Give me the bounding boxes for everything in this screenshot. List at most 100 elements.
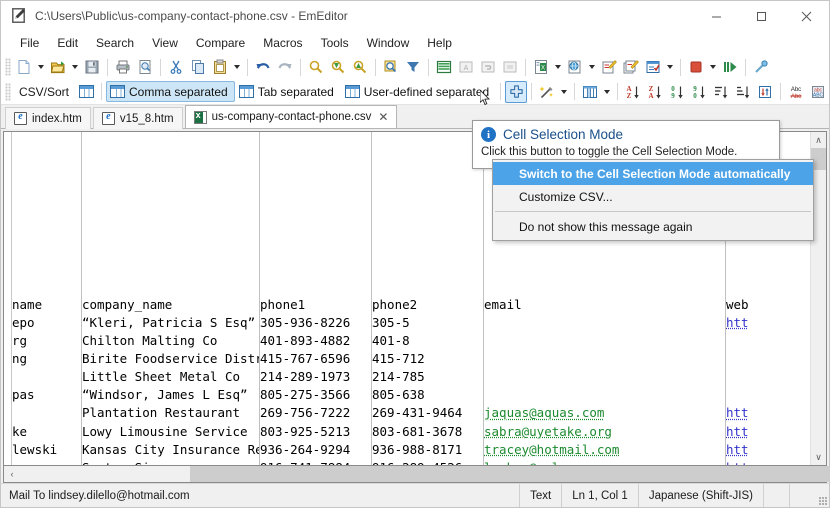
toolbar-grip[interactable] (5, 58, 11, 76)
menu-edit[interactable]: Edit (48, 33, 87, 53)
web-preview-dropdown-icon[interactable] (586, 56, 598, 78)
cell-email[interactable]: tracey@hotmail.com (484, 441, 726, 459)
web-link[interactable]: htt (726, 405, 749, 420)
ime-button[interactable]: A (455, 56, 477, 78)
mode-tab-separated[interactable]: Tab separated (235, 81, 341, 102)
sort-custom-button[interactable] (754, 81, 776, 103)
print-preview-button[interactable] (134, 56, 156, 78)
sort-lines-ascending-button[interactable] (710, 81, 732, 103)
resize-grip[interactable] (815, 484, 829, 507)
table-row[interactable]: lewski Kansas City Insurance Report936-26… (12, 441, 810, 459)
email-link[interactable]: jaquas@aquas.com (484, 405, 604, 420)
sort-lines-descending-button[interactable] (732, 81, 754, 103)
status-cursor-position[interactable]: Ln 1, Col 1 (561, 484, 638, 507)
sort-a-to-z-button[interactable]: AZ (622, 81, 644, 103)
horizontal-scroll-thumb[interactable] (190, 466, 830, 482)
web-link[interactable]: htt (726, 424, 749, 439)
status-encoding[interactable]: Japanese (Shift-JIS) (637, 484, 763, 507)
macro-select-dropdown-icon[interactable] (664, 56, 676, 78)
menu-help[interactable]: Help (418, 33, 461, 53)
export-excel-button[interactable]: X (530, 56, 552, 78)
minimize-button[interactable] (694, 1, 739, 31)
mode-comma-separated[interactable]: Comma separated (106, 81, 235, 102)
menu-customize-csv[interactable]: Customize CSV... (493, 185, 813, 208)
web-link[interactable]: htt (726, 442, 749, 457)
run-button[interactable] (719, 56, 741, 78)
redo-button[interactable] (274, 56, 296, 78)
copy-button[interactable] (187, 56, 209, 78)
horizontal-scroll-track[interactable] (20, 466, 830, 482)
stop-button[interactable] (685, 56, 707, 78)
green-table-button[interactable] (433, 56, 455, 78)
csv-sort-settings-button[interactable] (75, 81, 97, 103)
maximize-button[interactable] (739, 1, 784, 31)
cell-selection-mode-button[interactable] (505, 80, 528, 103)
find-button[interactable] (305, 56, 327, 78)
wrap-button[interactable] (477, 56, 499, 78)
csv-tools-button[interactable] (536, 81, 558, 103)
paste-dropdown-icon[interactable] (231, 56, 243, 78)
sort-z-to-a-button[interactable]: ZA (644, 81, 666, 103)
column-layout-button[interactable] (579, 81, 601, 103)
table-row[interactable]: roSentry Signs916-741-7884916-289-4526la… (12, 459, 810, 465)
macro-run-button[interactable] (598, 56, 620, 78)
table-row[interactable]: rg Chilton Malting Co 401-893-4882 401-8 (12, 332, 810, 350)
table-row[interactable]: Plantation Restaurant 269-756-7222 269-431… (12, 404, 810, 422)
gray-page-button[interactable] (499, 56, 521, 78)
find-next-button[interactable] (327, 56, 349, 78)
email-link[interactable]: tracey@hotmail.com (484, 442, 619, 457)
close-button[interactable] (784, 1, 829, 31)
doc-tab-v15-8-htm[interactable]: v15_8.htm (92, 107, 183, 129)
stop-dropdown-icon[interactable] (707, 56, 719, 78)
menu-tools[interactable]: Tools (312, 33, 358, 53)
cell-web[interactable]: htt (726, 314, 766, 332)
web-link[interactable]: htt (726, 460, 749, 465)
cell-web[interactable]: htt (726, 404, 766, 422)
menu-switch-cell-selection-mode-automatically[interactable]: Switch to the Cell Selection Mode automa… (493, 162, 813, 185)
email-link[interactable]: lashon@aol.com (484, 460, 589, 465)
status-file-type[interactable]: Text (519, 484, 561, 507)
doc-tab-us-company-contact-phone-csv[interactable]: us-company-contact-phone.csv ✕ (184, 105, 398, 128)
doc-tab-close-icon[interactable]: ✕ (378, 111, 388, 123)
scroll-left-button[interactable]: ‹ (4, 466, 20, 482)
macro-select-button[interactable] (642, 56, 664, 78)
convert-case-button[interactable]: abc ABC (807, 81, 829, 103)
doc-tab-index-htm[interactable]: index.htm (5, 107, 91, 129)
remove-duplicates-button[interactable]: Abc Abc (785, 81, 807, 103)
mode-user-defined-separated[interactable]: User-defined separated (341, 81, 496, 102)
table-row[interactable]: ke Lowy Limousine Service 803-925-5213 803-… (12, 423, 810, 441)
cell-email[interactable]: sabra@uyetake.org (484, 423, 726, 441)
open-file-dropdown-icon[interactable] (69, 56, 81, 78)
save-button[interactable] (81, 56, 103, 78)
cell-web[interactable]: htt (726, 423, 766, 441)
open-file-button[interactable] (47, 56, 69, 78)
sort-9-to-0-button[interactable]: 90 (688, 81, 710, 103)
filter-button[interactable] (402, 56, 424, 78)
export-dropdown-icon[interactable] (552, 56, 564, 78)
horizontal-scrollbar[interactable]: ‹ › (3, 466, 830, 483)
menu-search[interactable]: Search (87, 33, 143, 53)
email-link[interactable]: sabra@uyetake.org (484, 424, 612, 439)
table-row[interactable]: Little Sheet Metal Co 214-289-1973 214-785 (12, 368, 810, 386)
web-preview-button[interactable] (564, 56, 586, 78)
new-file-button[interactable] (13, 56, 35, 78)
scroll-up-button[interactable]: ∧ (811, 132, 826, 148)
web-link[interactable]: htt (726, 315, 749, 330)
find-previous-button[interactable] (349, 56, 371, 78)
scroll-down-button[interactable]: ∨ (811, 449, 826, 465)
sort-0-to-9-button[interactable]: 09 (666, 81, 688, 103)
table-row[interactable]: ng Birite Foodservice Distr 415-767-6596 41… (12, 350, 810, 368)
new-file-dropdown-icon[interactable] (35, 56, 47, 78)
menu-file[interactable]: File (11, 33, 48, 53)
table-row[interactable]: epo “Kleri, Patricia S Esq” 305-936-8226 30… (12, 314, 810, 332)
print-button[interactable] (112, 56, 134, 78)
paste-button[interactable] (209, 56, 231, 78)
undo-button[interactable] (252, 56, 274, 78)
pin-button[interactable] (750, 56, 772, 78)
cell-email[interactable]: jaquas@aquas.com (484, 404, 726, 422)
csv-tools-dropdown-icon[interactable] (558, 81, 570, 103)
macro-record-button[interactable] (620, 56, 642, 78)
menu-view[interactable]: View (143, 33, 187, 53)
table-row[interactable]: name company_name phone1 phone2 email web (12, 296, 810, 314)
cell-web[interactable]: htt (726, 459, 766, 465)
